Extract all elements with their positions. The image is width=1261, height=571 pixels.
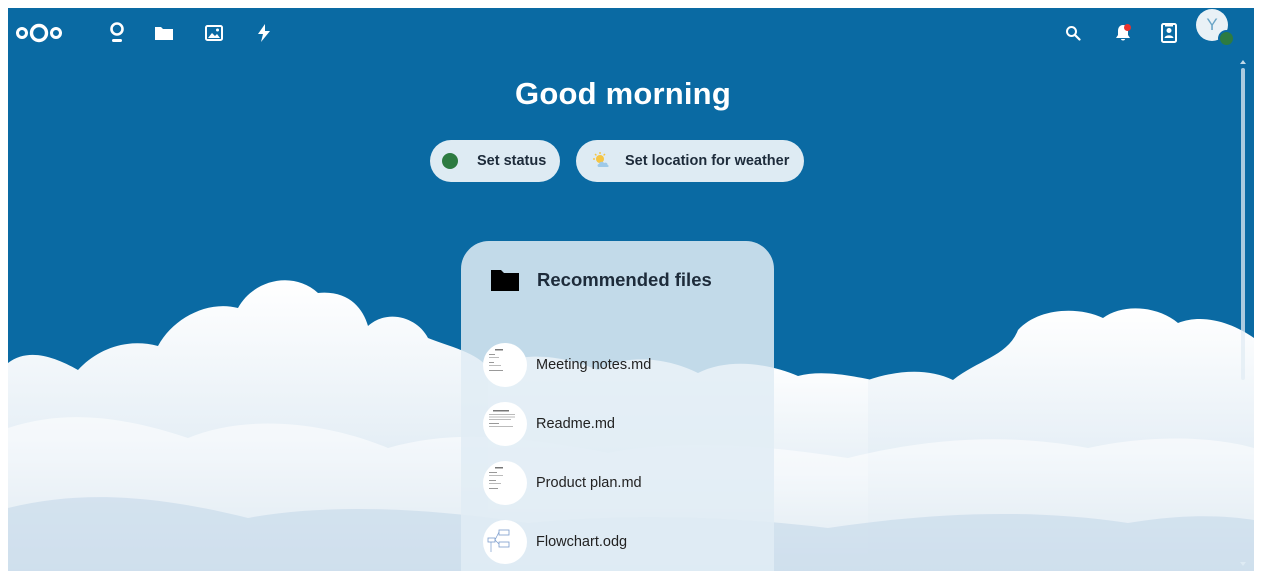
folder-icon: [491, 270, 519, 291]
set-status-label: Set status: [477, 153, 547, 169]
avatar-letter: Y: [1206, 15, 1218, 34]
dashboard-icon[interactable]: [102, 18, 132, 48]
set-status-button[interactable]: Set status: [430, 140, 560, 182]
flowchart-thumbnail-icon: [483, 520, 527, 564]
scroll-down-arrow-icon[interactable]: [1240, 562, 1246, 566]
dashboard-app: Y Good morning Set status Set location f…: [0, 0, 1261, 571]
file-item[interactable]: Meeting notes.md: [483, 343, 763, 387]
top-header: [8, 8, 1254, 58]
online-status-icon: [442, 153, 458, 169]
file-name: Flowchart.odg: [536, 534, 628, 550]
recommended-files-title: Recommended files: [537, 269, 712, 290]
notifications-icon[interactable]: [1108, 18, 1138, 48]
photos-icon[interactable]: [199, 18, 229, 48]
set-weather-label: Set location for weather: [625, 153, 790, 169]
file-item[interactable]: Product plan.md: [483, 461, 763, 505]
greeting-heading: Good morning: [515, 76, 731, 111]
file-item[interactable]: Readme.md: [483, 402, 763, 446]
files-icon[interactable]: [149, 18, 179, 48]
scrollbar-thumb[interactable]: [1241, 68, 1245, 380]
contacts-icon[interactable]: [1154, 18, 1184, 48]
set-weather-location-button[interactable]: Set location for weather: [576, 140, 804, 182]
document-thumbnail-icon: [483, 343, 527, 387]
file-name: Product plan.md: [536, 475, 642, 491]
nextcloud-logo-icon[interactable]: [14, 18, 64, 48]
file-name: Readme.md: [536, 416, 615, 432]
search-icon[interactable]: [1058, 18, 1088, 48]
document-thumbnail-icon: [483, 461, 527, 505]
file-item[interactable]: Flowchart.odg: [483, 520, 763, 564]
activity-icon[interactable]: [249, 18, 279, 48]
file-name: Meeting notes.md: [536, 357, 652, 373]
recommended-files-header: Recommended files: [491, 269, 712, 291]
weather-sun-cloud-icon: [593, 152, 609, 167]
online-status-indicator: [1218, 30, 1235, 47]
recommended-files-panel: Recommended files Meeting notes.md Readm…: [461, 241, 774, 571]
scroll-up-arrow-icon[interactable]: [1240, 60, 1246, 64]
document-thumbnail-icon: [483, 402, 527, 446]
